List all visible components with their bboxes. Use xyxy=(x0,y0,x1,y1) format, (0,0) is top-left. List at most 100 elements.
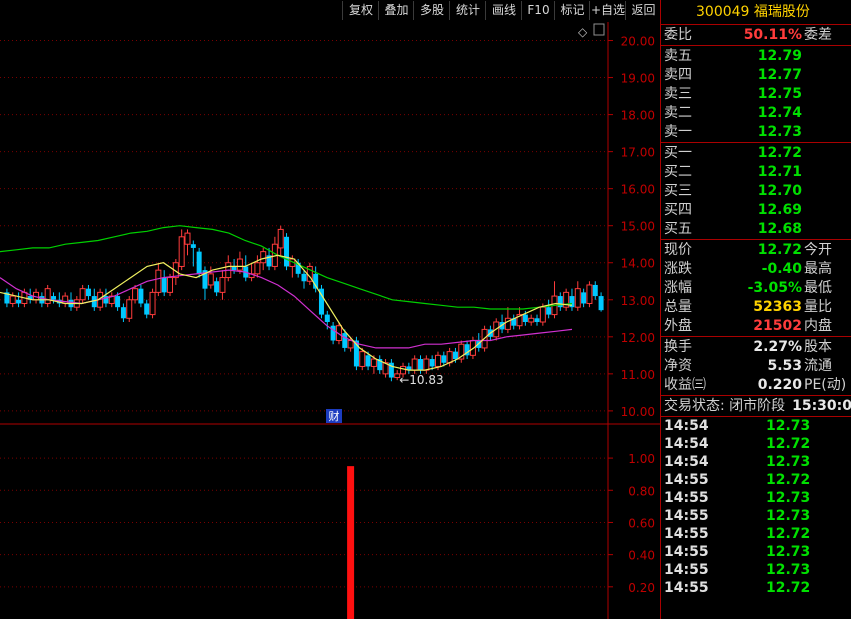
bid-row: 买三 12.70 xyxy=(661,182,851,200)
toolbar-button-1[interactable]: 叠加 xyxy=(378,1,414,20)
row-label-2: 最低 xyxy=(804,280,832,296)
tick-price: 12.73 xyxy=(766,508,811,524)
stat-row: 外盘 21502 内盘 xyxy=(661,317,851,335)
toolbar-button-3[interactable]: 统计 xyxy=(449,1,486,20)
row-label-2: 今开 xyxy=(804,242,832,258)
candle xyxy=(236,251,243,274)
price-axis-label: 14.00 xyxy=(621,257,655,271)
candle xyxy=(225,255,232,282)
tick-price: 12.73 xyxy=(766,562,811,578)
row-value: 5.53 xyxy=(767,358,802,374)
tick-time: 14:55 xyxy=(664,490,709,506)
quote-panel: 300049 福瑞股份 委比 50.11% 委差 卖五 12.79 卖四 12.77 卖三 12.… xyxy=(660,0,851,619)
candle xyxy=(108,292,115,308)
row-label-2: 最高 xyxy=(804,261,832,277)
row-value: 12.79 xyxy=(757,48,802,64)
row-label: 卖五 xyxy=(664,48,692,64)
bid-row: 买四 12.69 xyxy=(661,201,851,219)
candle xyxy=(464,340,470,360)
stat-row: 现价 12.72 今开 xyxy=(661,241,851,259)
divider xyxy=(661,142,851,143)
row-value: 12.71 xyxy=(757,164,802,180)
candle xyxy=(248,262,255,282)
candle xyxy=(458,340,465,363)
panel-toggle-icon[interactable] xyxy=(593,23,605,36)
candle xyxy=(161,270,167,297)
stat2-row: 换手 2.27% 股本 xyxy=(661,338,851,356)
row-label: 总量 xyxy=(664,299,692,315)
candle xyxy=(254,255,261,278)
candle xyxy=(318,284,324,319)
stat-row: 涨跌 -0.40 最高 xyxy=(661,260,851,278)
volume-axis-label: 0.40 xyxy=(628,549,655,563)
chart-canvas[interactable]: 20.00 19.00 18.00 17.00 16.00 15.00 14.00 13.00… xyxy=(0,22,660,619)
candle xyxy=(144,299,150,319)
candle xyxy=(202,266,208,300)
row-label: 涨跌 xyxy=(664,261,692,277)
price-axis-label: 10.00 xyxy=(621,405,655,419)
price-axis-label: 12.00 xyxy=(621,331,655,345)
row-value: 2.27% xyxy=(753,339,802,355)
price-axis-label: 20.00 xyxy=(621,35,655,49)
candle xyxy=(551,281,558,319)
candle xyxy=(62,292,69,308)
diamond-icon[interactable]: ◇ xyxy=(578,25,588,39)
row-label: 涨幅 xyxy=(664,280,692,296)
candle xyxy=(382,359,389,378)
row-value: -3.05% xyxy=(747,280,802,296)
chart-toolbar: 复权 叠加 多股 统计 画线 F10 标记 +自选 返回 xyxy=(0,0,660,22)
toolbar-button-4[interactable]: 画线 xyxy=(485,1,522,20)
row-value: 12.69 xyxy=(757,202,802,218)
row-value: 12.70 xyxy=(757,183,802,199)
row-label: 卖一 xyxy=(664,124,692,140)
tick-price: 12.73 xyxy=(766,418,811,434)
candle xyxy=(16,292,22,308)
candle xyxy=(569,288,575,311)
divider xyxy=(661,239,851,240)
tick-row: 14:55 12.73 xyxy=(661,561,851,579)
toolbar-button-8[interactable]: 返回 xyxy=(625,1,661,20)
price-axis-label: 18.00 xyxy=(621,109,655,123)
row-label: 买三 xyxy=(664,183,692,199)
candle xyxy=(178,229,185,271)
row-label: 卖二 xyxy=(664,105,692,121)
ask-row: 卖五 12.79 xyxy=(661,47,851,65)
row-label: 买一 xyxy=(664,145,692,161)
volume-axis-label: 0.20 xyxy=(628,581,655,595)
row-value: 12.73 xyxy=(757,124,802,140)
tick-row: 14:55 12.72 xyxy=(661,471,851,489)
toolbar-button-6[interactable]: 标记 xyxy=(554,1,590,20)
row-value: 52363 xyxy=(753,299,802,315)
candle xyxy=(44,284,51,308)
candle xyxy=(388,359,394,382)
row-label: 外盘 xyxy=(664,318,692,334)
tick-row: 14:54 12.72 xyxy=(661,435,851,453)
row-label: 卖四 xyxy=(664,67,692,83)
toolbar-button-5[interactable]: F10 xyxy=(521,1,555,20)
stat-row: 总量 52363 量比 xyxy=(661,298,851,316)
kline-chart[interactable]: 20.00 19.00 18.00 17.00 16.00 15.00 14.00 13.00… xyxy=(0,22,660,619)
ask-row: 卖四 12.77 xyxy=(661,66,851,84)
row-value: 12.74 xyxy=(757,105,802,121)
price-axis-label: 17.00 xyxy=(621,146,655,160)
row-label-2: 流通 xyxy=(804,358,832,374)
candle xyxy=(85,284,91,300)
candle xyxy=(586,281,593,308)
divider xyxy=(661,24,851,25)
candle xyxy=(574,281,581,311)
candle xyxy=(56,292,62,308)
toolbar-button-0[interactable]: 复权 xyxy=(342,1,379,20)
candle xyxy=(219,270,226,300)
toolbar-button-7[interactable]: +自选 xyxy=(589,1,626,20)
toolbar-button-2[interactable]: 多股 xyxy=(413,1,450,20)
volume-axis-label: 0.60 xyxy=(628,516,655,530)
tick-time: 14:55 xyxy=(664,580,709,596)
volume-axis-label: 1.00 xyxy=(628,452,655,466)
bid-row: 买五 12.68 xyxy=(661,220,851,238)
row-label: 净资 xyxy=(664,358,692,374)
tick-price: 12.72 xyxy=(766,526,811,542)
divider xyxy=(661,395,851,396)
row-value: -0.40 xyxy=(761,261,802,277)
row-label: 换手 xyxy=(664,339,692,355)
bid-row: 买二 12.71 xyxy=(661,163,851,181)
